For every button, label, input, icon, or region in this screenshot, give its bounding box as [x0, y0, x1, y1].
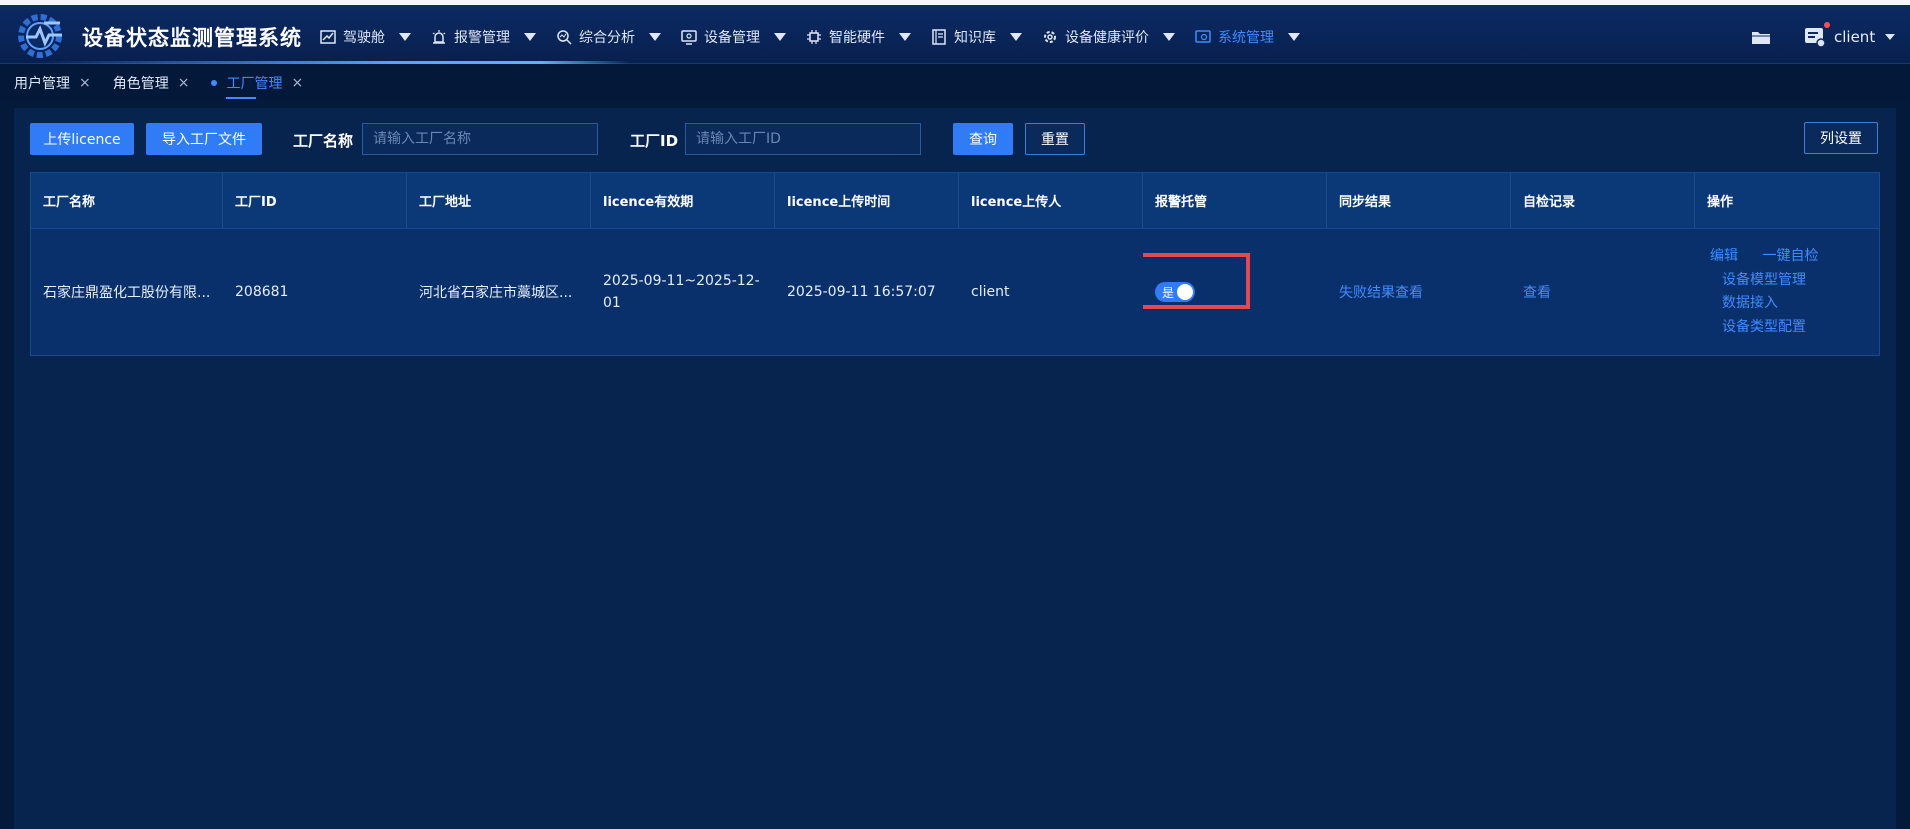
system-icon	[1195, 30, 1211, 43]
ops-row: 编辑 一键自检	[1710, 245, 1818, 269]
column-settings-button[interactable]: 列设置	[1804, 122, 1878, 154]
column-header: 同步结果	[1327, 173, 1511, 228]
nav-item-cockpit[interactable]: 驾驶舱	[320, 27, 411, 47]
chevron-down-icon	[1010, 33, 1022, 41]
nav-label: 设备健康评价	[1065, 30, 1149, 46]
edit-link[interactable]: 编辑	[1710, 248, 1738, 264]
factory-table: 工厂名称 工厂ID 工厂地址 licence有效期 licence上传时间 li…	[30, 172, 1880, 356]
chevron-down-icon	[1288, 33, 1300, 41]
nav-label: 知识库	[954, 30, 996, 46]
column-header: licence上传时间	[775, 173, 959, 228]
alarm-hosting-toggle-wrap: 是	[1143, 253, 1250, 309]
highlight-box	[1143, 253, 1250, 309]
book-icon	[932, 29, 946, 45]
page-tabs: 用户管理 × 角色管理 × 工厂管理 ×	[0, 64, 1910, 102]
factory-name-label: 工厂名称	[293, 132, 354, 150]
reset-button[interactable]: 重置	[1025, 123, 1085, 155]
chevron-down-icon	[524, 33, 536, 41]
app-header: 设备状态监测管理系统 驾驶舱 报警管理 综合分析 设备管理 智能硬件 知识库 设…	[0, 5, 1910, 64]
cell-sync-result: 失败结果查看	[1327, 229, 1511, 355]
main-nav: 驾驶舱 报警管理 综合分析 设备管理 智能硬件 知识库 设备健康评价 系统管理	[320, 23, 1320, 51]
chevron-down-icon	[899, 33, 911, 41]
nav-label: 智能硬件	[829, 30, 885, 46]
column-header: 工厂地址	[407, 173, 591, 228]
nav-item-hardware[interactable]: 智能硬件	[806, 27, 911, 47]
alarm-icon	[432, 30, 446, 44]
analysis-icon	[557, 30, 572, 45]
tab-role-management[interactable]: 角色管理 ×	[113, 73, 190, 93]
nav-label: 设备管理	[704, 30, 760, 46]
factory-id-input[interactable]	[685, 123, 921, 155]
tab-user-management[interactable]: 用户管理 ×	[14, 73, 91, 93]
nav-item-alarm[interactable]: 报警管理	[431, 27, 536, 47]
chart-line-icon	[320, 30, 336, 44]
query-button[interactable]: 查询	[953, 123, 1013, 155]
close-icon[interactable]: ×	[178, 75, 190, 91]
close-icon[interactable]: ×	[291, 75, 303, 91]
cell-operations: 编辑 一键自检 设备模型管理 数据接入 设备类型配置	[1695, 229, 1879, 355]
view-failure-result-link[interactable]: 失败结果查看	[1339, 282, 1423, 302]
folder-icon[interactable]	[1751, 29, 1771, 45]
import-factory-button[interactable]: 导入工厂文件	[146, 123, 262, 155]
cell-alarm-hosting: 是	[1143, 229, 1327, 355]
user-name: client	[1834, 28, 1876, 46]
operations-links: 编辑 一键自检 设备模型管理 数据接入 设备类型配置	[1695, 245, 1818, 339]
nav-item-system[interactable]: 系统管理	[1195, 27, 1300, 47]
cell-factory-address: 河北省石家庄市藁城区...	[419, 285, 573, 301]
notification-dot	[1824, 22, 1830, 28]
search-toolbar: 上传licence 导入工厂文件 工厂名称 工厂ID 查询 重置 列设置	[30, 122, 1880, 156]
tab-factory-management[interactable]: 工厂管理 ×	[211, 73, 303, 99]
self-check-link[interactable]: 一键自检	[1762, 248, 1818, 264]
cell-factory-name: 石家庄鼎盈化工股份有限...	[43, 285, 211, 301]
nav-label: 驾驶舱	[343, 30, 385, 46]
data-access-link[interactable]: 数据接入	[1710, 292, 1818, 316]
cell-licence-validity: 2025-09-11~2025-12-01	[603, 273, 760, 311]
column-header: licence有效期	[591, 173, 775, 228]
column-header: licence上传人	[959, 173, 1143, 228]
user-menu[interactable]: client	[1804, 22, 1896, 48]
cell-uploader: client	[971, 284, 1010, 300]
column-header: 工厂ID	[223, 173, 407, 228]
chip-icon	[807, 30, 821, 44]
main-panel: 上传licence 导入工厂文件 工厂名称 工厂ID 查询 重置 列设置 工厂名…	[14, 108, 1896, 829]
factory-id-label: 工厂ID	[630, 132, 679, 150]
chevron-down-icon	[649, 33, 661, 41]
chevron-down-icon	[1885, 34, 1896, 40]
close-icon[interactable]: ×	[79, 75, 91, 91]
device-icon	[681, 30, 697, 45]
nav-item-analysis[interactable]: 综合分析	[556, 27, 661, 47]
chevron-down-icon	[774, 33, 786, 41]
cell-factory-id: 208681	[235, 284, 289, 300]
device-type-config-link[interactable]: 设备类型配置	[1710, 316, 1818, 340]
app-title: 设备状态监测管理系统	[82, 26, 302, 50]
nav-item-knowledge[interactable]: 知识库	[931, 27, 1022, 47]
nav-label: 系统管理	[1218, 30, 1274, 46]
gear-logo-icon	[18, 14, 62, 58]
upload-licence-button[interactable]: 上传licence	[30, 123, 134, 155]
chevron-down-icon	[399, 33, 411, 41]
column-header: 工厂名称	[31, 173, 223, 228]
nav-label: 报警管理	[454, 30, 510, 46]
table-header: 工厂名称 工厂ID 工厂地址 licence有效期 licence上传时间 li…	[30, 172, 1880, 229]
gear-icon	[1044, 31, 1056, 43]
device-model-management-link[interactable]: 设备模型管理	[1710, 269, 1818, 293]
chevron-down-icon	[1163, 33, 1175, 41]
factory-name-input[interactable]	[362, 123, 598, 155]
tab-label: 角色管理	[112, 76, 169, 92]
cell-self-check: 查看	[1511, 229, 1695, 355]
nav-item-device[interactable]: 设备管理	[681, 27, 786, 47]
view-self-check-link[interactable]: 查看	[1523, 282, 1551, 302]
user-card-icon	[1804, 22, 1830, 48]
column-header: 操作	[1707, 195, 1734, 210]
column-header: 自检记录	[1511, 173, 1695, 228]
active-tab-underline	[226, 97, 257, 99]
nav-item-health[interactable]: 设备健康评价	[1042, 27, 1175, 47]
nav-label: 综合分析	[579, 30, 635, 46]
active-dot-icon	[211, 80, 218, 86]
tab-label: 用户管理	[14, 76, 70, 92]
table-row: 石家庄鼎盈化工股份有限... 208681 河北省石家庄市藁城区... 2025…	[30, 229, 1880, 356]
tab-label: 工厂管理	[226, 76, 283, 92]
cell-upload-time: 2025-09-11 16:57:07	[787, 284, 936, 300]
column-header: 报警托管	[1143, 173, 1327, 228]
